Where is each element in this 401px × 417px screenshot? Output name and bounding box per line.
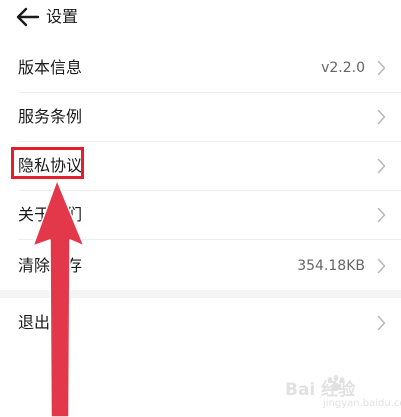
- chevron-right-icon: [377, 109, 386, 125]
- chevron-right-icon: [377, 207, 386, 223]
- version-value: v2.2.0: [321, 60, 365, 76]
- settings-item-about[interactable]: 关于我们: [0, 191, 401, 239]
- settings-item-clear-cache[interactable]: 清除缓存 354.18KB: [0, 242, 401, 290]
- settings-item-label: 清除缓存: [18, 256, 83, 275]
- chevron-right-icon: [377, 258, 386, 274]
- settings-page: 设置 版本信息 v2.2.0 服务条例 隐私协议 关于我们 清除缓存 354.1…: [0, 0, 401, 417]
- watermark-url: jingyan.baidu.com: [323, 398, 401, 409]
- logout-button[interactable]: 退出: [0, 299, 401, 347]
- arrow-left-icon[interactable]: [15, 6, 41, 28]
- settings-item-terms[interactable]: 服务条例: [0, 93, 401, 141]
- chevron-right-icon: [377, 158, 386, 174]
- paw-icon: [327, 375, 345, 391]
- divider: [18, 239, 401, 240]
- watermark-logo: Bai 经验 jingyan.baidu.com: [283, 372, 401, 416]
- settings-item-label: 版本信息: [18, 58, 83, 77]
- settings-item-label: 关于我们: [18, 205, 83, 224]
- logout-label: 退出: [18, 313, 51, 332]
- cache-size-value: 354.18KB: [297, 258, 365, 274]
- watermark-text: Bai 经验: [285, 380, 356, 400]
- settings-item-label: 服务条例: [18, 107, 83, 126]
- settings-item-version[interactable]: 版本信息 v2.2.0: [0, 44, 401, 92]
- chevron-right-icon: [377, 315, 386, 331]
- section-gap: [0, 290, 401, 298]
- chevron-right-icon: [377, 60, 386, 76]
- settings-item-label: 隐私协议: [18, 156, 83, 175]
- settings-item-privacy[interactable]: 隐私协议: [0, 142, 401, 190]
- page-title: 设置: [46, 7, 79, 26]
- header-bar: 设置: [0, 0, 401, 36]
